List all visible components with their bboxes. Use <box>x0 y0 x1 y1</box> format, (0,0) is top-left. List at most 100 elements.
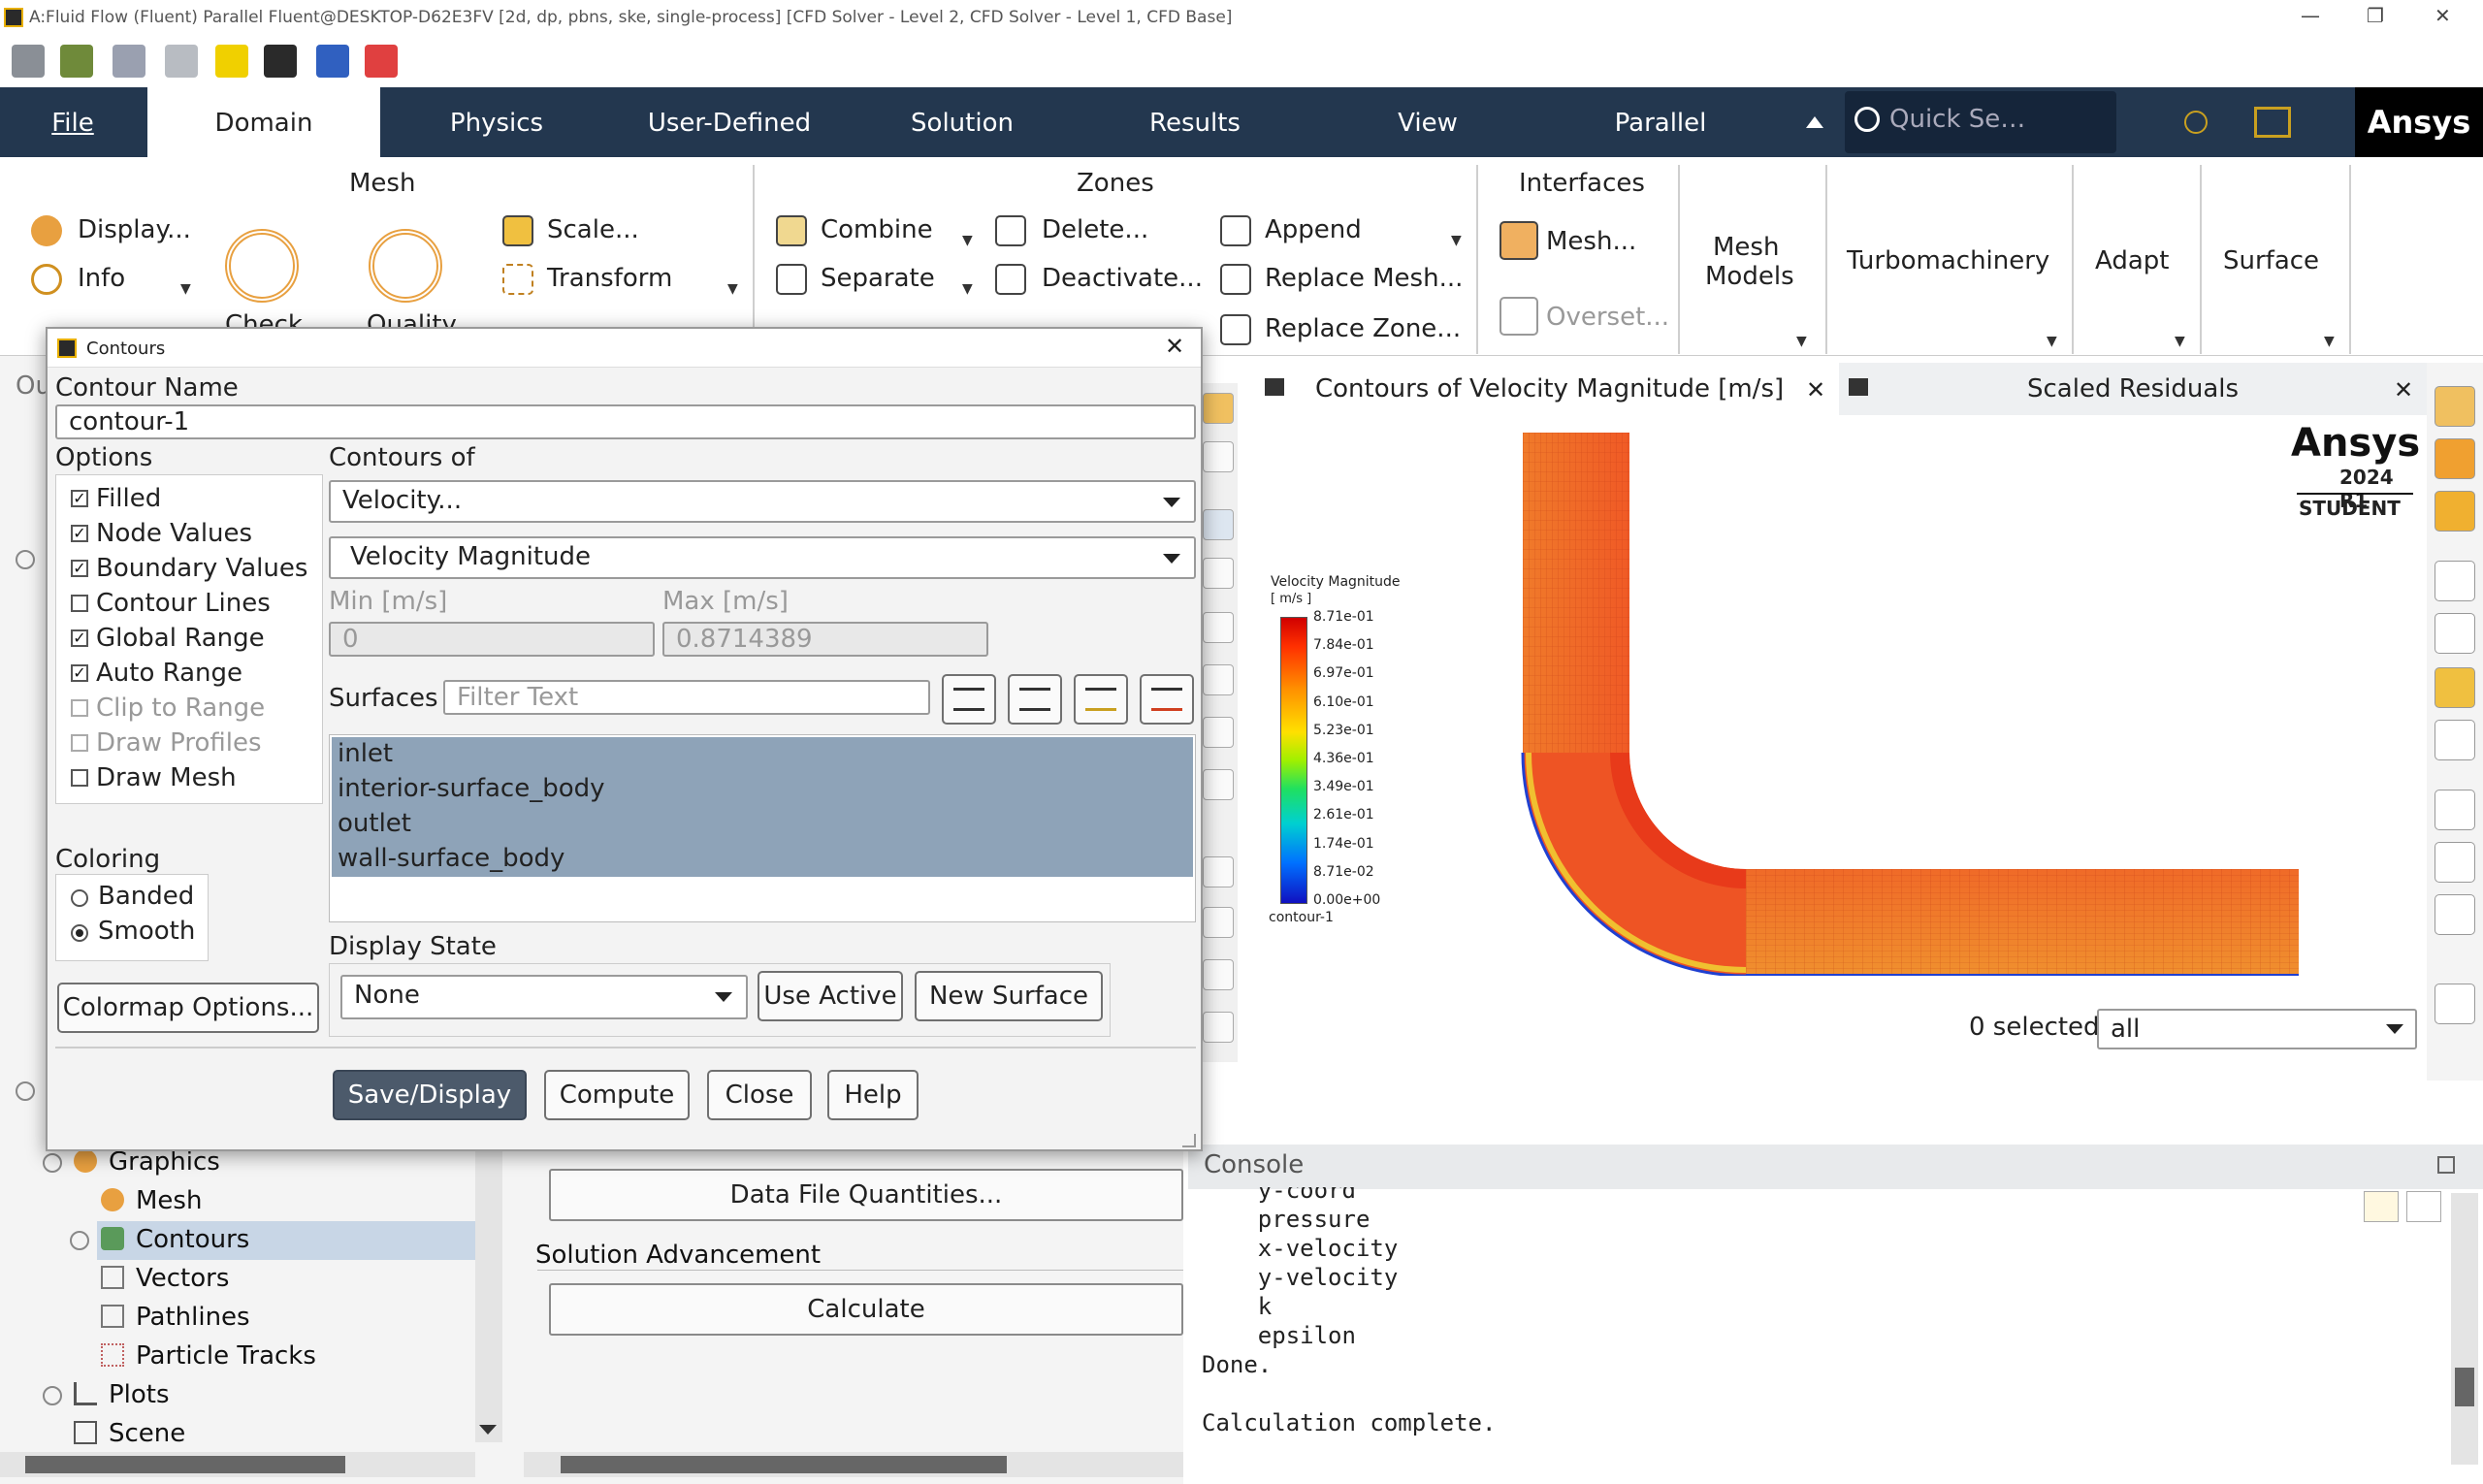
transform-button[interactable]: Transform <box>547 264 672 293</box>
contours-sub-dropdown[interactable]: Velocity Magnitude <box>329 536 1196 579</box>
tab-contours-velocity[interactable]: Contours of Velocity Magnitude [m/s] <box>1315 374 1784 427</box>
overset-button[interactable]: Overset... <box>1546 303 1669 332</box>
view-icon[interactable] <box>1203 441 1234 472</box>
tree-item-pathlines[interactable]: Pathlines <box>136 1303 250 1332</box>
adapt-dropdown-icon[interactable]: ▼ <box>2175 334 2185 349</box>
pan-icon[interactable] <box>1203 612 1234 643</box>
tree-scroll-down-icon[interactable] <box>479 1425 497 1435</box>
tab-results[interactable]: Results <box>1079 87 1311 157</box>
minimize-icon[interactable]: — <box>2301 4 2320 27</box>
transform-dropdown-icon[interactable]: ▼ <box>727 281 738 297</box>
contours-of-dropdown[interactable]: Velocity... <box>329 480 1196 523</box>
refresh-icon[interactable] <box>165 45 198 78</box>
tab-domain[interactable]: Domain <box>147 87 380 157</box>
checkbox-node-values[interactable]: ✓ <box>71 525 88 542</box>
use-active-button[interactable]: Use Active <box>758 971 903 1021</box>
tree-hscroll-thumb[interactable] <box>25 1456 345 1473</box>
read-data-icon[interactable] <box>60 45 93 78</box>
mesh-shading-icon[interactable] <box>2435 491 2475 532</box>
separate-dropdown-icon[interactable]: ▼ <box>962 281 973 297</box>
tree-collapse-icon[interactable] <box>43 1153 62 1173</box>
max-input[interactable]: 0.8714389 <box>662 622 988 657</box>
calculate-button[interactable]: Calculate <box>549 1283 1183 1336</box>
checkbox-filled[interactable]: ✓ <box>71 490 88 507</box>
read-case-icon[interactable] <box>12 45 45 78</box>
fit-icon[interactable] <box>1203 393 1234 424</box>
surfaces-filter-input[interactable]: Filter Text <box>443 680 930 715</box>
visibility-icon[interactable] <box>2435 561 2475 601</box>
tree-item-graphics[interactable]: Graphics <box>109 1147 220 1177</box>
display-state-dropdown[interactable]: None <box>340 975 748 1019</box>
resize-grip-icon[interactable] <box>1182 1134 1196 1147</box>
mesh-interface-button[interactable]: Mesh... <box>1546 227 1636 256</box>
help-icon[interactable] <box>2184 111 2208 134</box>
task-hscroll-thumb[interactable] <box>561 1456 1007 1473</box>
contour-plot[interactable] <box>1406 433 2376 976</box>
tree-collapse-icon[interactable] <box>16 1081 35 1101</box>
console-warning-icon[interactable] <box>2364 1191 2399 1222</box>
zoom-box-icon[interactable] <box>1203 717 1234 748</box>
notes-icon[interactable] <box>2435 894 2475 935</box>
layout-window-icon[interactable] <box>2435 984 2475 1024</box>
close-icon[interactable]: ✕ <box>2435 4 2451 27</box>
axes-display-icon[interactable] <box>2435 790 2475 830</box>
quality-icon[interactable] <box>369 229 442 303</box>
info-dropdown-icon[interactable]: ▼ <box>180 281 191 297</box>
checkbox-draw-mesh[interactable] <box>71 769 88 787</box>
mesh-models-line2[interactable]: Models <box>1705 262 1794 291</box>
console-expand-icon[interactable] <box>2437 1156 2455 1174</box>
undo-icon[interactable] <box>2435 720 2475 760</box>
save-display-button[interactable]: Save/Display <box>333 1070 527 1120</box>
radio-smooth[interactable] <box>71 924 88 942</box>
data-file-quantities-button[interactable]: Data File Quantities... <box>549 1169 1183 1221</box>
tab-file[interactable]: File <box>0 87 145 157</box>
tab-physics[interactable]: Physics <box>380 87 613 157</box>
checkbox-auto-range[interactable]: ✓ <box>71 664 88 682</box>
rotate-icon[interactable] <box>1203 558 1234 589</box>
selection-filter-dropdown[interactable]: all <box>2097 1009 2417 1049</box>
search-input[interactable]: Quick Se… <box>1889 105 2025 134</box>
select-all-surfaces-button[interactable] <box>1074 674 1128 725</box>
separate-button[interactable]: Separate <box>821 264 935 293</box>
tree-collapse-icon[interactable] <box>16 550 35 569</box>
close-tab-icon[interactable]: ✕ <box>2394 376 2413 403</box>
tab-view[interactable]: View <box>1311 87 1544 157</box>
replace-mesh-button[interactable]: Replace Mesh... <box>1265 264 1463 293</box>
new-surface-button[interactable]: New Surface <box>915 971 1103 1021</box>
delete-zone-button[interactable]: Delete... <box>1042 215 1148 244</box>
hide-icon[interactable] <box>2435 613 2475 654</box>
task-hscrollbar[interactable] <box>524 1452 1183 1477</box>
radio-banded[interactable] <box>71 889 88 907</box>
console-info-icon[interactable] <box>2406 1191 2441 1222</box>
zoom-region-icon[interactable] <box>1203 959 1234 990</box>
checkbox-boundary-values[interactable]: ✓ <box>71 560 88 577</box>
surface-dropdown-icon[interactable]: ▼ <box>2324 334 2335 349</box>
display-button[interactable]: Display... <box>78 215 191 244</box>
tree-hscrollbar[interactable] <box>0 1452 475 1477</box>
select-surfaces-button[interactable] <box>942 674 996 725</box>
info-button[interactable]: Info <box>78 264 125 293</box>
tree-item-contours[interactable]: Contours <box>136 1225 249 1254</box>
tab-scaled-residuals[interactable]: Scaled Residuals <box>2027 374 2239 427</box>
axes-icon[interactable] <box>1203 1012 1234 1043</box>
close-tab-icon[interactable]: ✕ <box>1806 376 1825 403</box>
surface-item[interactable]: wall-surface_body <box>338 844 564 873</box>
tab-parallel[interactable]: Parallel <box>1544 87 1777 157</box>
collapse-ribbon-icon[interactable] <box>1806 116 1823 128</box>
turbomachinery-dropdown-icon[interactable]: ▼ <box>2047 334 2057 349</box>
checkbox-clip-to-range[interactable] <box>71 699 88 717</box>
layout-icon[interactable] <box>2254 107 2291 138</box>
surface-item[interactable]: inlet <box>338 739 393 768</box>
tab-solution[interactable]: Solution <box>846 87 1079 157</box>
console-scroll-thumb[interactable] <box>2455 1368 2474 1406</box>
tree-item-particle-tracks[interactable]: Particle Tracks <box>136 1341 316 1371</box>
adapt-button[interactable]: Adapt <box>2095 246 2169 275</box>
restore-icon[interactable]: ❐ <box>2367 4 2384 27</box>
combine-dropdown-icon[interactable]: ▼ <box>962 233 973 248</box>
zoom-fit-icon[interactable] <box>1203 856 1234 887</box>
combine-button[interactable]: Combine <box>821 215 933 244</box>
turbomachinery-button[interactable]: Turbomachinery <box>1847 246 2049 275</box>
scale-button[interactable]: Scale... <box>547 215 639 244</box>
console-output[interactable]: y-coord pressure x-velocity y-velocity k… <box>1202 1187 2346 1478</box>
surface-button[interactable]: Surface <box>2223 246 2319 275</box>
